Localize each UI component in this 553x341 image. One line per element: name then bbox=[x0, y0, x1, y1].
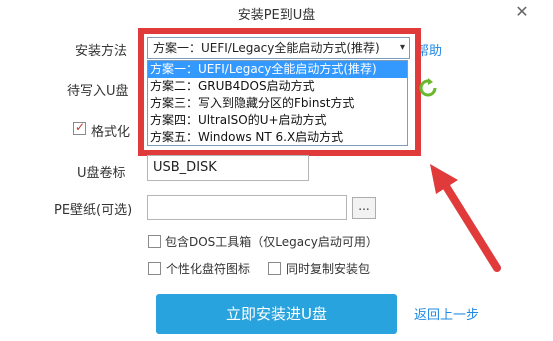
title-bar: 安装PE到U盘 ✕ bbox=[0, 0, 553, 26]
browse-button[interactable]: ... bbox=[352, 197, 376, 219]
copy-installer-label: 同时复制安装包 bbox=[286, 262, 371, 276]
custom-icon-label: 个性化盘符图标 bbox=[166, 262, 251, 276]
close-icon[interactable]: ✕ bbox=[513, 3, 531, 21]
wallpaper-label: PE壁纸(可选) bbox=[54, 203, 133, 218]
volume-label-label: U盘卷标 bbox=[77, 166, 126, 181]
dos-toolbox-label: 包含DOS工具箱（仅Legacy启动可用） bbox=[165, 235, 378, 249]
copy-installer-checkbox[interactable] bbox=[268, 262, 281, 275]
back-link[interactable]: 返回上一步 bbox=[414, 304, 479, 323]
volume-label-input[interactable]: USB_DISK bbox=[147, 155, 309, 181]
dos-toolbox-checkbox[interactable] bbox=[148, 235, 161, 248]
wallpaper-path-input[interactable] bbox=[147, 195, 347, 220]
target-usb-label: 待写入U盘 bbox=[67, 84, 129, 99]
custom-icon-checkbox[interactable] bbox=[148, 262, 161, 275]
window-title: 安装PE到U盘 bbox=[237, 8, 316, 23]
format-checkbox[interactable] bbox=[73, 120, 86, 135]
format-label: 格式化 bbox=[91, 125, 131, 140]
highlight-frame bbox=[138, 28, 421, 156]
install-to-usb-button[interactable]: 立即安装进U盘 bbox=[156, 294, 397, 334]
refresh-icon[interactable] bbox=[418, 78, 438, 98]
install-method-label: 安装方法 bbox=[75, 44, 128, 59]
